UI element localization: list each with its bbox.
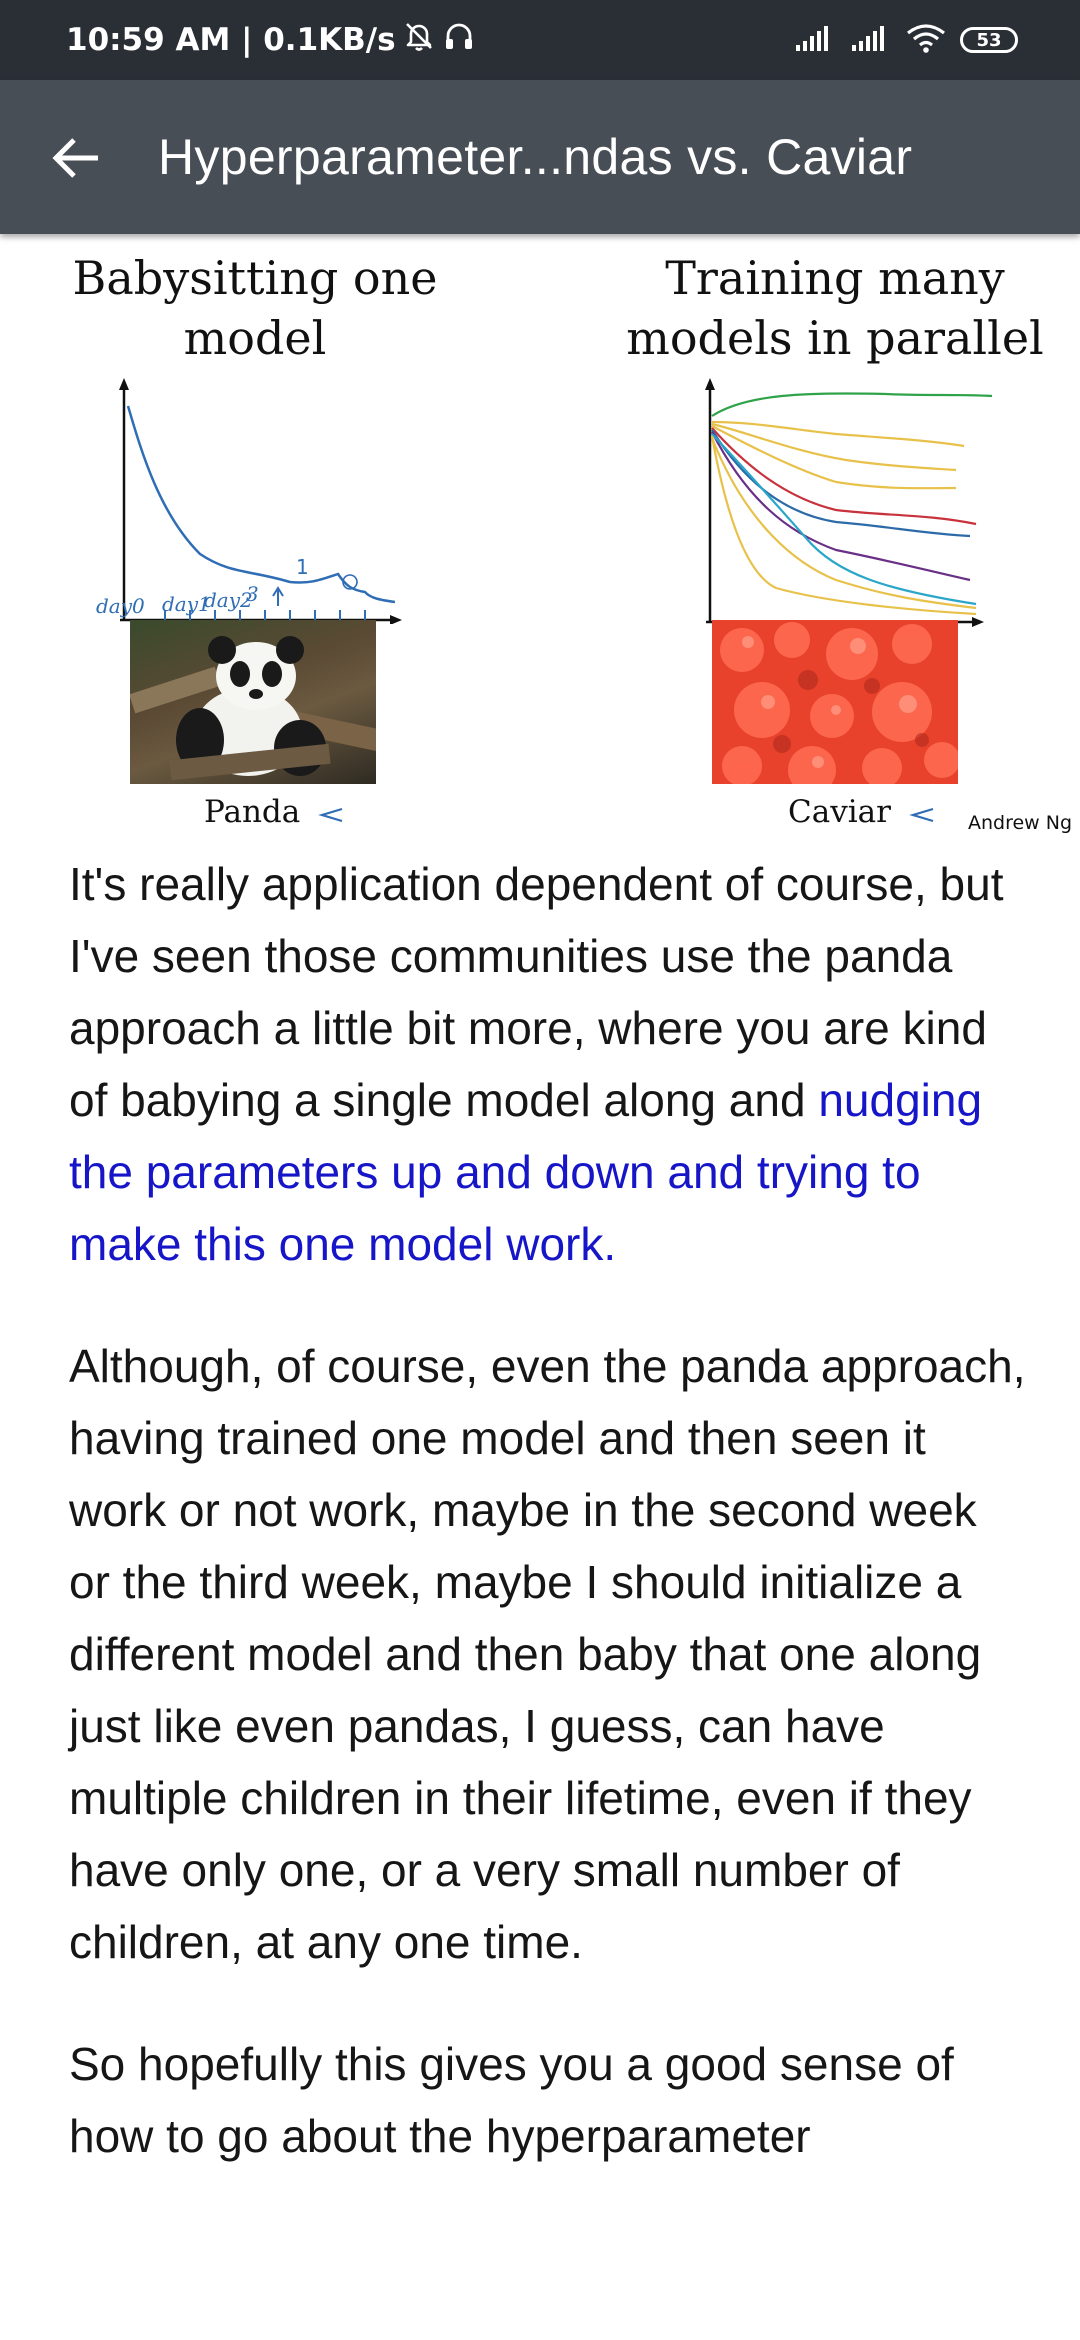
status-right: 53 <box>794 0 1018 80</box>
right-heading-line2: models in parallel <box>626 311 1044 365</box>
day-labels: day0 day1 day2 3 <box>96 582 356 622</box>
x-axis-arrow <box>390 615 402 624</box>
left-heading-line1: Babysitting one <box>72 251 438 305</box>
app-bar: Hyperparameter...ndas vs. Caviar <box>0 80 1080 234</box>
model-curves <box>710 392 993 616</box>
model-curve <box>711 431 971 582</box>
panda-caption-text: Panda <box>204 794 301 830</box>
caviar-caption: Caviar <box>788 794 937 830</box>
lecture-slide: Babysitting one model Training many mode… <box>0 234 1080 854</box>
clock: 10:59 AM <box>66 22 231 58</box>
loss-curve <box>126 405 396 604</box>
model-curve <box>710 435 977 616</box>
alarm-off-icon <box>402 19 436 61</box>
pointer-arrow-icon <box>318 807 343 822</box>
y-axis-arrow <box>119 378 129 390</box>
battery-level: 53 <box>976 29 1002 51</box>
wifi-icon <box>906 23 946 58</box>
transcript-paragraph: Although, of course, even the panda appr… <box>69 1340 1026 1968</box>
y-axis-arrow <box>705 378 715 390</box>
left-heading-line2: model <box>183 311 327 365</box>
signal-icon <box>850 23 892 58</box>
network-speed: 0.1KB/s <box>263 22 396 58</box>
parallel-models-sketch <box>705 378 993 627</box>
peak-mark: 1 <box>296 555 309 579</box>
battery-icon: 53 <box>960 27 1018 53</box>
pointer-arrow-icon <box>908 807 934 822</box>
status-left: 10:59 AM | 0.1KB/s <box>66 0 476 80</box>
status-bar: 10:59 AM | 0.1KB/s 53 <box>0 0 1080 80</box>
right-heading-line1: Training many <box>665 251 1005 305</box>
left-heading: Babysitting one model <box>50 248 460 368</box>
signal-icon <box>794 23 836 58</box>
right-heading: Training many models in parallel <box>620 248 1050 368</box>
arrow-left-icon <box>52 138 98 178</box>
day-label: day0 <box>96 594 145 618</box>
page-title: Hyperparameter...ndas vs. Caviar <box>158 129 913 185</box>
back-button[interactable] <box>40 122 112 194</box>
panda-photo <box>130 620 376 784</box>
x-axis-arrow <box>972 617 984 627</box>
model-curve <box>711 392 993 417</box>
transcript-paragraph: So hopefully this gives you a good sense… <box>69 2038 954 2162</box>
slide-credit: Andrew Ng <box>968 812 1073 834</box>
transcript-paragraph: It's really application dependent of cou… <box>69 848 1029 1280</box>
headphones-icon <box>442 19 476 61</box>
status-separator: | <box>230 22 264 58</box>
caviar-caption-text: Caviar <box>788 794 891 830</box>
caviar-photo <box>712 620 958 784</box>
panda-caption: Panda <box>204 794 346 830</box>
transcript: It's really application dependent of cou… <box>69 848 1029 2222</box>
day-label: 3 <box>246 582 259 606</box>
